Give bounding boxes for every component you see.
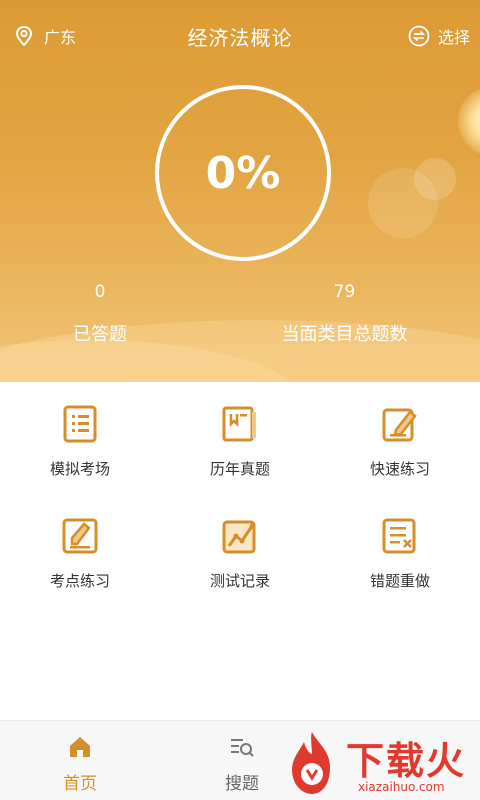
tab-home-label: 首页 [63, 774, 97, 794]
total-count: 79 [333, 282, 356, 302]
bokeh-circle [414, 158, 456, 200]
total-stat: 79 当面类目总题数 [262, 282, 427, 346]
watermark-brand: 下载火 [346, 739, 467, 783]
list-doc-icon [63, 405, 97, 443]
answered-stat: 0 已答题 [40, 282, 160, 346]
top-bar: 广东 经济法概论 选择 [0, 0, 480, 70]
select-label: 选择 [437, 28, 470, 47]
menu-item-key-points[interactable]: 考点练习 [0, 500, 160, 610]
watermark-domain: xiazaihuo.com [358, 780, 445, 794]
chart-icon [222, 520, 256, 554]
menu-item-label: 历年真题 [209, 460, 270, 478]
home-icon [70, 737, 90, 757]
select-button[interactable]: 选择 [408, 24, 470, 48]
light-flare [458, 86, 480, 156]
menu-item-mock-exam[interactable]: 模拟考场 [0, 388, 160, 498]
switch-icon [408, 25, 430, 47]
watermark-logo: 下载火 xiazaihuo.com [282, 728, 480, 800]
tab-search-label: 搜题 [225, 774, 259, 794]
feature-grid: 模拟考场 历年真题 快速练习 考点练习 测试记录 错题重做 [0, 388, 480, 718]
menu-item-redo-wrong[interactable]: 错题重做 [320, 500, 480, 610]
book-icon [222, 406, 256, 442]
wrong-doc-icon [382, 518, 416, 554]
search-list-icon [231, 739, 254, 757]
menu-item-past-papers[interactable]: 历年真题 [160, 388, 320, 498]
edit-icon [382, 408, 417, 442]
menu-item-quick-practice[interactable]: 快速练习 [320, 388, 480, 498]
answered-count: 0 [94, 282, 106, 302]
menu-item-label: 模拟考场 [49, 460, 110, 478]
menu-item-test-records[interactable]: 测试记录 [160, 500, 320, 610]
progress-ring: 0% [155, 85, 331, 261]
answered-label: 已答题 [73, 324, 127, 345]
tab-home[interactable]: 首页 [20, 721, 140, 800]
menu-item-label: 测试记录 [209, 572, 270, 590]
menu-item-label: 错题重做 [369, 572, 430, 590]
menu-item-label: 快速练习 [369, 460, 430, 478]
progress-percent: 0% [205, 147, 281, 199]
menu-item-label: 考点练习 [49, 572, 110, 590]
pencil-doc-icon [62, 518, 98, 554]
hero-banner: 广东 经济法概论 选择 0% 0 已答题 79 当面类目总题数 [0, 0, 480, 382]
total-label: 当面类目总题数 [281, 324, 408, 345]
flame-logo-icon [292, 732, 330, 794]
